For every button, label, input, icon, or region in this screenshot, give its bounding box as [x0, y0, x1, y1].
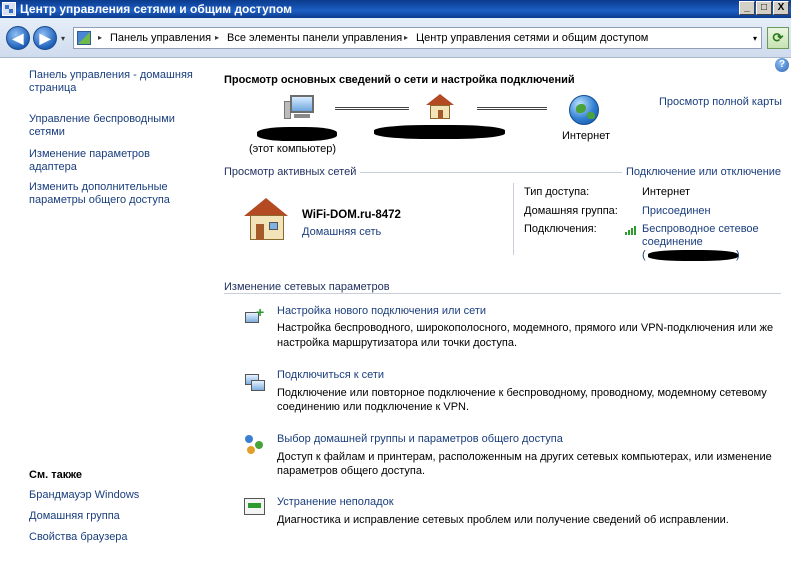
homegroup-label: Домашняя группа:	[524, 205, 618, 217]
home-network-icon[interactable]	[426, 94, 454, 122]
page-title: Просмотр основных сведений о сети и наст…	[224, 74, 575, 86]
address-dropdown-icon[interactable]: ▾	[753, 34, 757, 43]
task-connect-to-network-desc-2: соединению или подключение к VPN.	[277, 401, 470, 413]
see-also-heading: См. также	[29, 469, 82, 481]
task-troubleshoot-desc: Диагностика и исправление сетевых пробле…	[277, 514, 729, 526]
control-panel-icon	[77, 31, 91, 45]
wireless-connection-link[interactable]: Беспроводное сетевое	[642, 223, 759, 235]
homegroup-value-link[interactable]: Присоединен	[642, 205, 711, 217]
recent-pages-dropdown-icon[interactable]: ▾	[61, 34, 65, 43]
home-network-icon[interactable]	[243, 198, 291, 244]
internet-globe-icon[interactable]	[569, 95, 599, 125]
change-settings-header: Изменение сетевых параметров	[224, 281, 394, 293]
task-homegroup-sharing-link[interactable]: Выбор домашней группы и параметров общег…	[277, 433, 563, 445]
sidebar-item-advanced-sharing[interactable]: Изменить дополнительные	[29, 181, 168, 194]
window-title: Центр управления сетями и общим доступом	[20, 2, 293, 16]
see-also-homegroup[interactable]: Домашняя группа	[29, 510, 120, 523]
close-button[interactable]: X	[773, 1, 789, 15]
access-type-label: Тип доступа:	[524, 186, 590, 198]
sidebar-item-adapter-settings-2[interactable]: адаптера	[29, 161, 77, 174]
breadcrumb-separator-icon[interactable]: ▸	[98, 33, 102, 42]
maximize-button[interactable]: □	[756, 1, 772, 15]
homegroup-sharing-icon	[243, 433, 267, 455]
forward-button[interactable]: ▶	[33, 26, 57, 50]
sidebar-item-control-panel-home-2[interactable]: страница	[29, 82, 76, 95]
full-map-link[interactable]: Просмотр полной карты	[659, 96, 782, 108]
back-button[interactable]: ◀	[6, 26, 30, 50]
task-homegroup-sharing-desc-2: параметров общего доступа.	[277, 465, 426, 477]
see-also-firewall[interactable]: Брандмауэр Windows	[29, 489, 139, 502]
task-connect-to-network-desc: Подключение или повторное подключение к …	[277, 387, 767, 399]
breadcrumb-network-center[interactable]: Центр управления сетями и общим доступом	[416, 32, 648, 44]
task-troubleshoot-link[interactable]: Устранение неполадок	[277, 496, 394, 508]
task-connect-to-network-link[interactable]: Подключиться к сети	[277, 369, 384, 381]
see-also-browser-properties[interactable]: Свойства браузера	[29, 531, 128, 544]
network-location-link[interactable]: Домашняя сеть	[302, 226, 381, 238]
sidebar-item-manage-wireless[interactable]: Управление беспроводными	[29, 113, 175, 126]
connect-to-network-icon	[243, 370, 267, 392]
troubleshoot-icon	[243, 496, 267, 518]
connection-ssid-open-paren: (	[642, 249, 646, 261]
title-bar: Центр управления сетями и общим доступом…	[0, 0, 791, 18]
map-connection-line	[335, 107, 409, 110]
sidebar-item-advanced-sharing-2[interactable]: параметры общего доступа	[29, 194, 170, 207]
redacted-network-name	[374, 125, 505, 139]
address-toolbar: ◀ ▶ ▾ ▸ Панель управления ▸ Все элементы…	[0, 18, 791, 58]
connection-ssid-close-paren: )	[736, 249, 740, 261]
breadcrumb-control-panel[interactable]: Панель управления	[110, 32, 211, 44]
new-connection-icon: +	[243, 304, 267, 328]
redacted-computer-name	[257, 127, 337, 141]
task-homegroup-sharing-desc: Доступ к файлам и принтерам, расположенн…	[277, 451, 772, 463]
active-networks-header: Просмотр активных сетей	[224, 166, 361, 178]
computer-label: (этот компьютер)	[249, 143, 337, 155]
network-name: WiFi-DOM.ru-8472	[302, 209, 401, 221]
breadcrumb-separator-icon[interactable]: ▸	[215, 33, 219, 42]
help-button[interactable]: ?	[775, 58, 789, 72]
map-connection-line	[477, 107, 547, 110]
control-panel-icon	[2, 2, 16, 16]
breadcrumb-separator-icon[interactable]: ▸	[404, 33, 408, 42]
connect-disconnect-link[interactable]: Подключение или отключение	[622, 166, 782, 178]
task-new-connection-link[interactable]: Настройка нового подключения или сети	[277, 305, 486, 317]
wireless-connection-link-2[interactable]: соединение	[642, 236, 703, 248]
computer-icon[interactable]	[284, 95, 318, 125]
task-new-connection-desc-2: настройка маршрутизатора или точки досту…	[277, 337, 518, 349]
section-divider	[224, 293, 781, 294]
address-bar[interactable]: ▸ Панель управления ▸ Все элементы панел…	[73, 27, 762, 49]
task-new-connection-desc: Настройка беспроводного, широкополосного…	[277, 322, 774, 334]
access-type-value: Интернет	[642, 186, 690, 198]
minimize-button[interactable]: _	[739, 1, 755, 15]
internet-label: Интернет	[562, 130, 610, 142]
breadcrumb-all-items[interactable]: Все элементы панели управления	[227, 32, 402, 44]
connections-label: Подключения:	[524, 223, 597, 235]
refresh-button[interactable]: ⟳	[767, 27, 789, 49]
sidebar-item-manage-wireless-2[interactable]: сетями	[29, 126, 65, 139]
vertical-divider	[513, 183, 514, 255]
redacted-ssid	[648, 250, 738, 261]
wifi-signal-icon	[625, 225, 639, 235]
sidebar-item-adapter-settings[interactable]: Изменение параметров	[29, 148, 150, 161]
sidebar-item-control-panel-home[interactable]: Панель управления - домашняя	[29, 69, 193, 82]
